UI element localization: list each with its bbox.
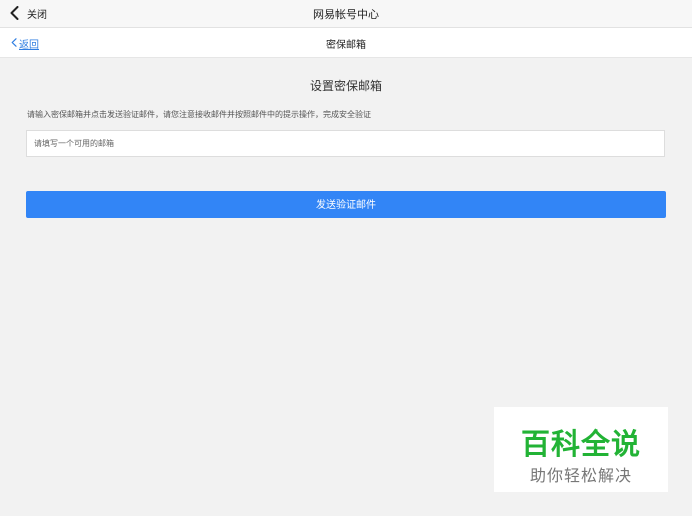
- watermark-subtitle: 助你轻松解决: [529, 466, 632, 485]
- page-title: 密保邮箱: [326, 40, 366, 51]
- window-title: 网易帐号中心: [313, 8, 379, 21]
- instructions-text: 请输入密保邮箱并点击发送验证邮件，请您注意接收邮件并按照邮件中的提示操作，完成安…: [27, 110, 371, 119]
- send-verification-button[interactable]: 发送验证邮件: [26, 191, 666, 218]
- watermark-title: 百科全说: [520, 427, 641, 461]
- nav-bar: 返回 密保邮箱: [0, 28, 692, 58]
- email-input[interactable]: [26, 130, 665, 157]
- form-title: 设置密保邮箱: [309, 79, 382, 93]
- top-bar: 关闭 网易帐号中心: [0, 0, 692, 28]
- watermark-logo: 百科全说 助你轻松解决: [494, 407, 668, 492]
